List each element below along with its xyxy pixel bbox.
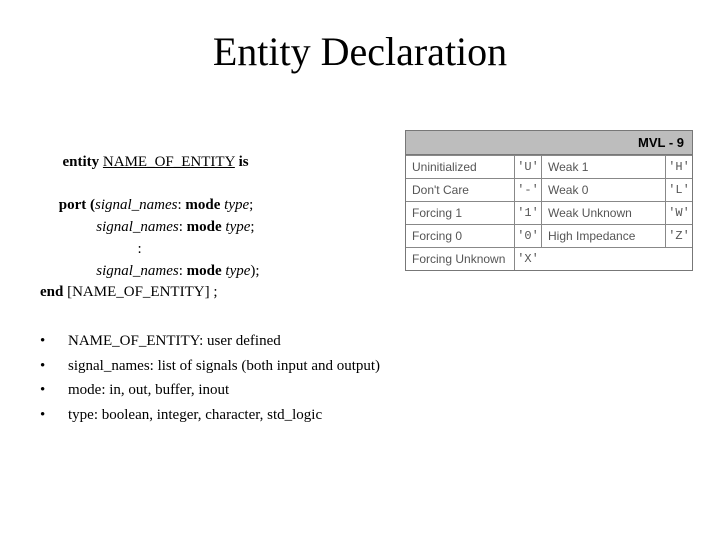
cell-label: Weak 1 bbox=[542, 156, 666, 178]
bullet-icon: • bbox=[40, 330, 68, 353]
cell-label: Weak Unknown bbox=[542, 202, 666, 224]
list-item: • signal_names: list of signals (both in… bbox=[40, 355, 410, 378]
cell-label: Don't Care bbox=[406, 179, 515, 201]
cell-label: High Impedance bbox=[542, 225, 666, 247]
cell-label: Forcing Unknown bbox=[406, 248, 515, 270]
bullet-icon: • bbox=[40, 404, 68, 427]
list-item: • mode: in, out, buffer, inout bbox=[40, 379, 410, 402]
end-bracket: [NAME_OF_ENTITY] ; bbox=[67, 284, 217, 300]
cell-sym: 'X' bbox=[515, 248, 541, 270]
kw-type-1: type bbox=[224, 197, 249, 213]
sig-2: signal_names bbox=[96, 219, 179, 235]
entity-name: NAME_OF_ENTITY bbox=[103, 154, 235, 170]
kw-is: is bbox=[239, 154, 249, 170]
semi-2: ; bbox=[250, 219, 254, 235]
bullet-text: signal_names: list of signals (both inpu… bbox=[68, 355, 410, 378]
table-row: Forcing 0 '0' High Impedance 'Z' bbox=[406, 224, 692, 247]
cell-sym: 'Z' bbox=[666, 225, 692, 247]
cell-empty bbox=[541, 248, 692, 270]
kw-mode-3: mode bbox=[187, 263, 222, 279]
bullet-list: • NAME_OF_ENTITY: user defined • signal_… bbox=[40, 330, 410, 428]
cell-label: Uninitialized bbox=[406, 156, 515, 178]
bullet-icon: • bbox=[40, 379, 68, 402]
slide-root: Entity Declaration entity NAME_OF_ENTITY… bbox=[0, 0, 720, 540]
kw-mode-1: mode bbox=[185, 197, 220, 213]
cell-sym: 'L' bbox=[666, 179, 692, 201]
bullet-icon: • bbox=[40, 355, 68, 378]
cell-label: Forcing 0 bbox=[406, 225, 515, 247]
semi-1: ; bbox=[249, 197, 253, 213]
table-header: MVL - 9 bbox=[406, 131, 692, 154]
kw-entity: entity bbox=[63, 154, 100, 170]
kw-type-3: type bbox=[225, 263, 250, 279]
kw-port: port ( bbox=[59, 197, 95, 213]
cell-sym: 'U' bbox=[515, 156, 542, 178]
bullet-text: NAME_OF_ENTITY: user defined bbox=[68, 330, 410, 353]
kw-mode-2: mode bbox=[187, 219, 222, 235]
bullet-text: mode: in, out, buffer, inout bbox=[68, 379, 410, 402]
cell-sym: '1' bbox=[515, 202, 542, 224]
list-item: • NAME_OF_ENTITY: user defined bbox=[40, 330, 410, 353]
cell-sym: 'H' bbox=[666, 156, 692, 178]
cell-sym: 'W' bbox=[666, 202, 692, 224]
bullet-text: type: boolean, integer, character, std_l… bbox=[68, 404, 410, 427]
sig-1: signal_names bbox=[95, 197, 178, 213]
cell-label: Weak 0 bbox=[542, 179, 666, 201]
slide-title: Entity Declaration bbox=[0, 28, 720, 75]
cell-sym: '-' bbox=[515, 179, 542, 201]
mvl-table: MVL - 9 Uninitialized 'U' Weak 1 'H' Don… bbox=[405, 130, 693, 271]
table-header-row: MVL - 9 bbox=[406, 131, 692, 155]
table-row: Forcing Unknown 'X' bbox=[406, 247, 692, 270]
sig-3: signal_names bbox=[96, 263, 179, 279]
table-row: Don't Care '-' Weak 0 'L' bbox=[406, 178, 692, 201]
close-paren: ); bbox=[250, 263, 259, 279]
table-row: Forcing 1 '1' Weak Unknown 'W' bbox=[406, 201, 692, 224]
cell-label: Forcing 1 bbox=[406, 202, 515, 224]
syntax-block: entity NAME_OF_ENTITY is port (signal_na… bbox=[40, 130, 390, 304]
cell-sym: '0' bbox=[515, 225, 542, 247]
kw-end: end bbox=[40, 284, 63, 300]
table-row: Uninitialized 'U' Weak 1 'H' bbox=[406, 155, 692, 178]
list-item: • type: boolean, integer, character, std… bbox=[40, 404, 410, 427]
colon-ellipsis: : bbox=[138, 241, 142, 257]
kw-type-2: type bbox=[225, 219, 250, 235]
